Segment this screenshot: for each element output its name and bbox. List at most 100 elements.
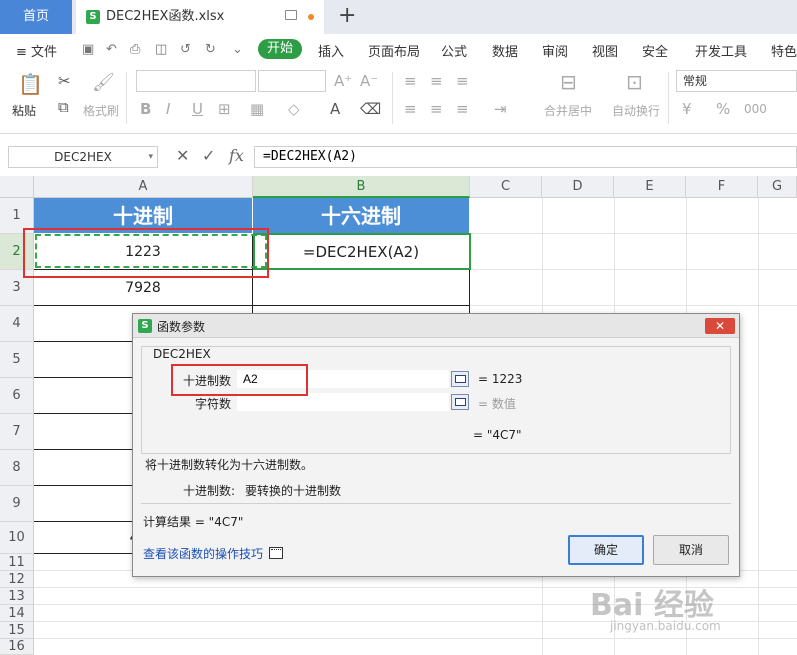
row-header-9[interactable]: 9 (0, 486, 34, 522)
fill-color-icon[interactable]: ◇ (288, 100, 300, 118)
format-painter-button[interactable]: 格式刷 (83, 102, 119, 119)
cancel-icon[interactable]: ✕ (176, 146, 189, 165)
column-header-c[interactable]: C (470, 176, 542, 198)
font-size-select[interactable] (258, 70, 326, 92)
row-header-13[interactable]: 13 (0, 588, 34, 605)
menu-insert[interactable]: 插入 (318, 41, 344, 60)
column-header-b[interactable]: B (253, 176, 470, 198)
formula-input[interactable]: =DEC2HEX(A2) (254, 146, 797, 168)
spreadsheet-icon: S (86, 10, 100, 24)
cancel-button[interactable]: 取消 (653, 535, 729, 565)
number-format-value: 常规 (683, 74, 708, 88)
row-header-4[interactable]: 4 (0, 306, 34, 342)
fill-icon[interactable]: ▦ (250, 100, 264, 118)
range-picker-icon[interactable] (451, 371, 469, 387)
indent-icon[interactable]: ⇥ (494, 100, 507, 118)
cell-b1[interactable]: 十六进制 (253, 198, 470, 234)
row-header-14[interactable]: 14 (0, 605, 34, 622)
menu-formulas[interactable]: 公式 (441, 41, 467, 60)
paste-button[interactable]: 粘贴 (12, 102, 36, 119)
select-all-corner[interactable] (0, 176, 34, 198)
row-header-5[interactable]: 5 (0, 342, 34, 378)
menu-data[interactable]: 数据 (492, 41, 518, 60)
chevron-down-icon[interactable]: ▾ (148, 147, 153, 167)
menu-page-layout[interactable]: 页面布局 (368, 41, 420, 60)
font-family-select[interactable] (136, 70, 256, 92)
align-middle-icon[interactable]: ≡ (430, 72, 443, 90)
cut-icon[interactable]: ✂ (58, 72, 71, 90)
column-header-a[interactable]: A (34, 176, 253, 198)
eraser-icon[interactable]: ⌫ (360, 100, 381, 118)
percent-icon[interactable]: % (716, 100, 730, 118)
italic-icon[interactable]: I (166, 100, 170, 118)
video-tutorial-icon[interactable] (269, 547, 283, 559)
tab-file-name: DEC2HEX函数.xlsx (106, 9, 225, 24)
row-header-15[interactable]: 15 (0, 622, 34, 639)
save-icon[interactable]: ▣ (82, 42, 94, 57)
menu-review[interactable]: 审阅 (542, 41, 568, 60)
name-box[interactable]: DEC2HEX ▾ (8, 146, 158, 168)
font-shrink-icon[interactable]: A⁻ (360, 72, 378, 90)
align-left-icon[interactable]: ≡ (404, 100, 417, 118)
ok-button[interactable]: 确定 (568, 535, 644, 565)
confirm-icon[interactable]: ✓ (202, 146, 215, 165)
tab-file[interactable]: S DEC2HEX函数.xlsx (76, 0, 324, 34)
range-picker-icon[interactable] (451, 394, 469, 410)
row-header-10[interactable]: 10 (0, 522, 34, 554)
menu-developer[interactable]: 开发工具 (695, 41, 747, 60)
menu-security[interactable]: 安全 (642, 41, 668, 60)
font-color-icon[interactable]: A (330, 100, 340, 118)
arg1-result: = 1223 (478, 372, 523, 386)
column-header-e[interactable]: E (614, 176, 686, 198)
column-header-d[interactable]: D (542, 176, 614, 198)
menu-featured[interactable]: 特色 (771, 41, 797, 60)
chevron-down-icon[interactable]: ⌄ (232, 42, 243, 57)
font-grow-icon[interactable]: A⁺ (334, 72, 352, 90)
monitor-icon[interactable] (285, 10, 297, 20)
currency-icon[interactable]: ¥ (682, 100, 692, 118)
row-header-7[interactable]: 7 (0, 414, 34, 450)
row-header-16[interactable]: 16 (0, 639, 34, 655)
paste-icon[interactable]: 📋 (18, 72, 43, 96)
align-center-icon[interactable]: ≡ (430, 100, 443, 118)
watermark-logo: Bai 经验 (590, 588, 714, 623)
merge-center-icon[interactable]: ⊟ (560, 70, 577, 94)
align-right-icon[interactable]: ≡ (456, 100, 469, 118)
align-top-icon[interactable]: ≡ (404, 72, 417, 90)
cell-b3[interactable] (253, 270, 470, 306)
wrap-text-button[interactable]: 自动换行 (612, 102, 660, 119)
row-header-12[interactable]: 12 (0, 571, 34, 588)
function-name: DEC2HEX (151, 347, 213, 361)
row-header-8[interactable]: 8 (0, 450, 34, 486)
thousands-icon[interactable]: 000 (744, 102, 767, 116)
undo-icon[interactable]: ↺ (180, 42, 191, 57)
new-tab-button[interactable]: + (338, 0, 356, 32)
menu-start[interactable]: 开始 (258, 39, 302, 59)
row-header-11[interactable]: 11 (0, 554, 34, 571)
help-link[interactable]: 查看该函数的操作技巧 (143, 545, 263, 562)
align-bottom-icon[interactable]: ≡ (456, 72, 469, 90)
function-icon[interactable]: fx (229, 146, 244, 165)
format-painter-icon[interactable]: 🖌 (92, 72, 115, 93)
preview-icon[interactable]: ◫ (155, 42, 167, 57)
close-button[interactable]: ✕ (705, 318, 735, 334)
column-header-g[interactable]: G (758, 176, 797, 198)
menu-file[interactable]: ≡ 文件 (16, 41, 57, 60)
dialog-title-bar[interactable]: S 函数参数 ✕ (133, 314, 739, 338)
redo-icon[interactable]: ↻ (205, 42, 216, 57)
row-header-6[interactable]: 6 (0, 378, 34, 414)
tab-home[interactable]: 首页 (0, 0, 72, 34)
number-format-select[interactable]: 常规 (676, 70, 797, 92)
undo-history-icon[interactable]: ↶ (106, 42, 117, 57)
merge-center-button[interactable]: 合并居中 (544, 102, 592, 119)
border-icon[interactable]: ⊞ (218, 100, 231, 118)
print-icon[interactable]: ⎙ (130, 42, 140, 57)
underline-icon[interactable]: U (192, 100, 203, 118)
bold-icon[interactable]: B (140, 100, 151, 118)
highlight-box-arg1 (171, 364, 308, 396)
menu-view[interactable]: 视图 (592, 41, 618, 60)
wrap-text-icon[interactable]: ⊡ (626, 70, 643, 94)
column-header-f[interactable]: F (686, 176, 758, 198)
arg2-result: = 数值 (478, 397, 516, 411)
copy-icon[interactable]: ⧉ (58, 98, 69, 116)
